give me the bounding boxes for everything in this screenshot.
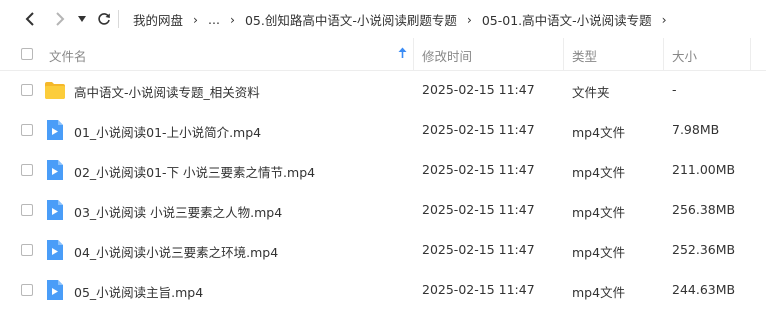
file-type: mp4文件 — [572, 285, 626, 300]
row-checkbox[interactable] — [21, 164, 33, 176]
row-checkbox[interactable] — [21, 84, 33, 96]
video-file-icon — [47, 280, 63, 300]
toolbar: 我的网盘 › ... › 05.创知路高中语文-小说阅读刷题专题 › 05-01… — [0, 0, 766, 38]
breadcrumb-separator-icon: › — [229, 11, 235, 27]
breadcrumb-dropdown-icon[interactable]: › — [662, 12, 667, 27]
file-size: 256.38MB — [672, 202, 736, 217]
breadcrumb-item-ellipsis[interactable]: ... — [208, 12, 220, 27]
breadcrumb-separator-icon: › — [193, 11, 199, 27]
file-row-video[interactable]: 05_小说阅读主旨.mp4 2025-02-15 11:47 mp4文件 244… — [0, 270, 766, 310]
file-name: 01_小说阅读01-上小说简介.mp4 — [74, 125, 262, 140]
row-checkbox[interactable] — [21, 124, 33, 136]
video-file-icon — [47, 120, 63, 140]
video-file-icon — [47, 240, 63, 260]
file-modified-time: 2025-02-15 11:47 — [422, 282, 535, 297]
file-list-header: 文件名 修改时间 类型 大小 — [0, 38, 766, 71]
column-header-name[interactable]: 文件名 — [49, 46, 87, 65]
back-button[interactable] — [20, 9, 40, 29]
video-file-icon — [47, 160, 63, 180]
folder-icon — [45, 82, 65, 99]
file-type: mp4文件 — [572, 125, 626, 140]
file-size: 244.63MB — [672, 282, 736, 297]
file-type: mp4文件 — [572, 165, 626, 180]
file-row-video[interactable]: 01_小说阅读01-上小说简介.mp4 2025-02-15 11:47 mp4… — [0, 110, 766, 150]
sort-ascending-icon[interactable] — [398, 47, 407, 59]
file-name: 03_小说阅读 小说三要素之人物.mp4 — [74, 205, 283, 220]
breadcrumb: 我的网盘 › ... › 05.创知路高中语文-小说阅读刷题专题 › 05-01… — [133, 10, 677, 28]
file-modified-time: 2025-02-15 11:47 — [422, 82, 535, 97]
file-name: 05_小说阅读主旨.mp4 — [74, 285, 204, 300]
file-name: 高中语文-小说阅读专题_相关资料 — [74, 85, 260, 100]
column-header-type[interactable]: 类型 — [572, 46, 597, 65]
file-row-video[interactable]: 04_小说阅读小说三要素之环境.mp4 2025-02-15 11:47 mp4… — [0, 230, 766, 270]
file-modified-time: 2025-02-15 11:47 — [422, 162, 535, 177]
column-divider[interactable] — [750, 38, 751, 70]
breadcrumb-item-root[interactable]: 我的网盘 — [133, 10, 183, 29]
video-file-icon — [47, 200, 63, 220]
file-size: 252.36MB — [672, 242, 736, 257]
toolbar-divider — [118, 10, 119, 28]
forward-button[interactable] — [50, 9, 70, 29]
refresh-icon — [98, 13, 110, 25]
breadcrumb-item-current[interactable]: 05-01.高中语文-小说阅读专题 — [482, 10, 652, 29]
file-name: 02_小说阅读01-下 小说三要素之情节.mp4 — [74, 165, 316, 180]
file-row-video[interactable]: 02_小说阅读01-下 小说三要素之情节.mp4 2025-02-15 11:4… — [0, 150, 766, 190]
column-header-size[interactable]: 大小 — [672, 46, 697, 65]
column-divider[interactable] — [563, 38, 564, 70]
file-size: 211.00MB — [672, 162, 736, 177]
file-type: 文件夹 — [572, 85, 610, 100]
file-name: 04_小说阅读小说三要素之环境.mp4 — [74, 245, 279, 260]
history-dropdown-button[interactable] — [72, 9, 92, 29]
column-header-modified[interactable]: 修改时间 — [422, 46, 472, 65]
refresh-button[interactable] — [94, 9, 114, 29]
file-type: mp4文件 — [572, 205, 626, 220]
file-modified-time: 2025-02-15 11:47 — [422, 122, 535, 137]
breadcrumb-item-parent[interactable]: 05.创知路高中语文-小说阅读刷题专题 — [245, 10, 457, 29]
column-divider[interactable] — [413, 38, 414, 70]
file-modified-time: 2025-02-15 11:47 — [422, 242, 535, 257]
row-checkbox[interactable] — [21, 244, 33, 256]
file-size: - — [672, 82, 677, 97]
file-type: mp4文件 — [572, 245, 626, 260]
row-checkbox[interactable] — [21, 284, 33, 296]
file-size: 7.98MB — [672, 122, 720, 137]
chevron-right-icon — [56, 12, 65, 26]
chevron-left-icon — [25, 12, 34, 26]
file-modified-time: 2025-02-15 11:47 — [422, 202, 535, 217]
select-all-checkbox[interactable] — [21, 48, 33, 60]
caret-down-icon — [78, 16, 86, 22]
file-row-folder[interactable]: 高中语文-小说阅读专题_相关资料 2025-02-15 11:47 文件夹 - — [0, 70, 766, 110]
breadcrumb-separator-icon: › — [466, 11, 472, 27]
file-row-video[interactable]: 03_小说阅读 小说三要素之人物.mp4 2025-02-15 11:47 mp… — [0, 190, 766, 230]
row-checkbox[interactable] — [21, 204, 33, 216]
column-divider[interactable] — [663, 38, 664, 70]
